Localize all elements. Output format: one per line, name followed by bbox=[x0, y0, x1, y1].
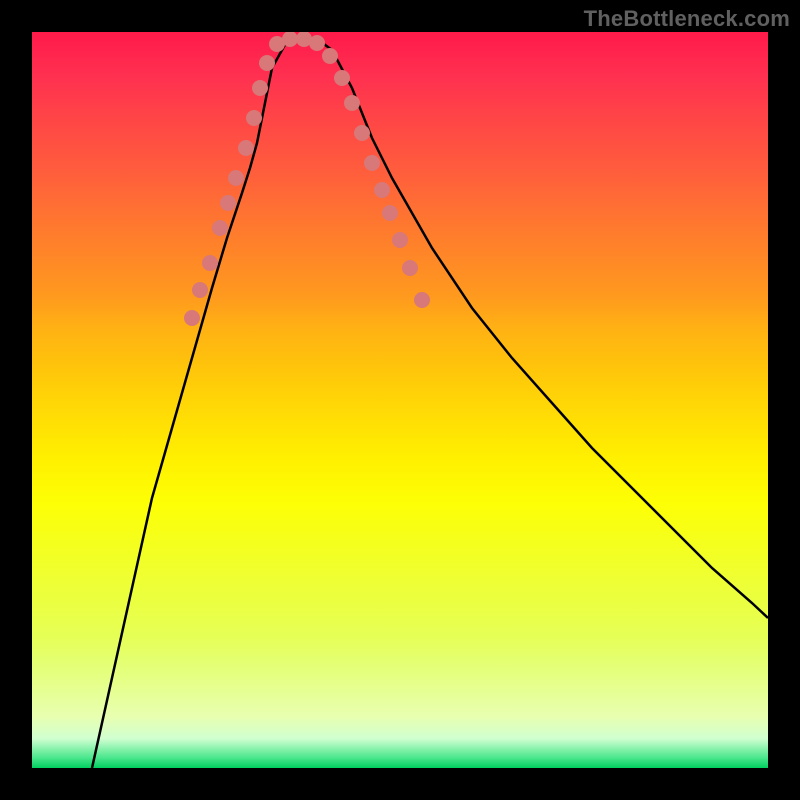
marker-point bbox=[374, 182, 390, 198]
marker-point bbox=[382, 205, 398, 221]
marker-point bbox=[246, 110, 262, 126]
marker-point bbox=[334, 70, 350, 86]
marker-point bbox=[322, 48, 338, 64]
marker-point bbox=[364, 155, 380, 171]
marker-point bbox=[344, 95, 360, 111]
marker-point bbox=[309, 35, 325, 51]
marker-point bbox=[402, 260, 418, 276]
marker-point bbox=[192, 282, 208, 298]
chart-container: TheBottleneck.com bbox=[0, 0, 800, 800]
marker-point bbox=[184, 310, 200, 326]
marker-point bbox=[414, 292, 430, 308]
marker-point bbox=[238, 140, 254, 156]
marker-point bbox=[354, 125, 370, 141]
marker-point bbox=[252, 80, 268, 96]
watermark-text: TheBottleneck.com bbox=[584, 6, 790, 32]
marker-point bbox=[228, 170, 244, 186]
chart-svg bbox=[32, 32, 768, 768]
marker-point bbox=[259, 55, 275, 71]
marker-point bbox=[212, 220, 228, 236]
curve-line bbox=[92, 38, 768, 768]
marker-point bbox=[220, 195, 236, 211]
marker-point bbox=[202, 255, 218, 271]
marker-point bbox=[392, 232, 408, 248]
